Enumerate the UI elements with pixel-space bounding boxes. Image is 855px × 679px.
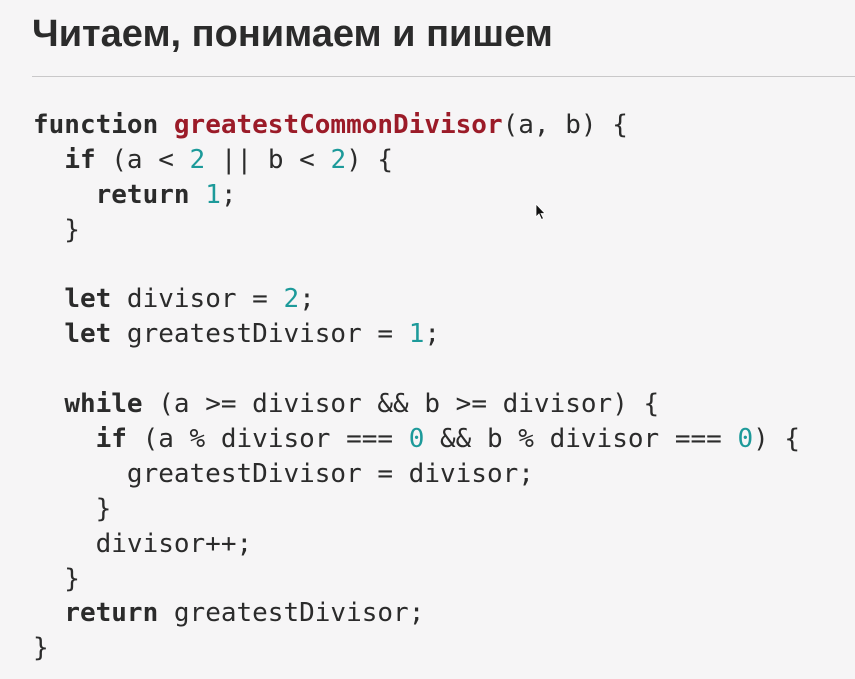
code-keyword: if — [95, 424, 127, 455]
code-text: } — [33, 563, 80, 594]
code-text: (a, b) { — [502, 110, 628, 140]
code-text: (a % divisor === — [126, 424, 409, 455]
code-text: || b < — [205, 144, 331, 175]
code-line: function greatestCommonDivisor(a, b) { — [33, 108, 800, 143]
code-line: if (a % divisor === 0 && b % divisor ===… — [33, 422, 800, 457]
slide-title: Читаем, понимаем и пишем — [32, 13, 553, 55]
code-keyword: while — [64, 389, 143, 420]
code-text: ; — [424, 319, 441, 350]
code-text: } — [33, 633, 49, 664]
code-text: ) { — [346, 144, 394, 175]
mouse-pointer-icon — [535, 203, 546, 221]
code-text: } — [33, 214, 80, 245]
code-keyword: return — [64, 598, 159, 629]
code-block: function greatestCommonDivisor(a, b) { i… — [33, 108, 800, 666]
code-text: divisor++; — [33, 528, 253, 559]
code-number: 2 — [189, 144, 206, 175]
code-function-name: greatestCommonDivisor — [173, 110, 503, 140]
code-text: (a < — [95, 144, 190, 175]
code-keyword: function — [33, 110, 159, 140]
code-number: 0 — [737, 424, 754, 455]
code-line: } — [33, 631, 800, 666]
code-number: 2 — [330, 144, 347, 175]
code-text: greatestDivisor = — [111, 319, 409, 350]
code-line: } — [33, 213, 800, 248]
code-line: return greatestDivisor; — [33, 596, 800, 631]
code-line: return 1; — [33, 178, 800, 213]
code-line: if (a < 2 || b < 2) { — [33, 143, 800, 178]
code-keyword: return — [95, 179, 190, 210]
code-number: 0 — [408, 424, 425, 455]
code-number: 2 — [283, 284, 300, 315]
code-text: && b % divisor === — [424, 424, 738, 455]
code-line: } — [33, 562, 800, 597]
code-keyword: if — [64, 144, 96, 175]
slide: Читаем, понимаем и пишем function greate… — [0, 0, 855, 679]
code-number: 1 — [205, 179, 221, 210]
code-line: greatestDivisor = divisor; — [33, 457, 800, 492]
code-keyword: let — [64, 284, 112, 315]
code-line: divisor++; — [33, 527, 800, 562]
code-number: 1 — [408, 319, 425, 350]
code-line: } — [33, 492, 800, 527]
title-divider — [32, 76, 855, 77]
code-text: ) { — [753, 424, 801, 455]
code-keyword: let — [64, 319, 112, 350]
code-line: while (a >= divisor && b >= divisor) { — [33, 387, 800, 422]
code-text: ; — [299, 284, 315, 315]
code-text: ; — [220, 179, 237, 210]
code-text: greatestDivisor; — [158, 598, 425, 629]
code-text: (a >= divisor && b >= divisor) { — [142, 389, 660, 420]
code-text: divisor = — [111, 284, 284, 315]
code-text: greatestDivisor = divisor; — [33, 458, 534, 489]
code-line: let divisor = 2; — [33, 282, 800, 317]
code-text: } — [33, 493, 112, 524]
code-line: let greatestDivisor = 1; — [33, 317, 800, 352]
